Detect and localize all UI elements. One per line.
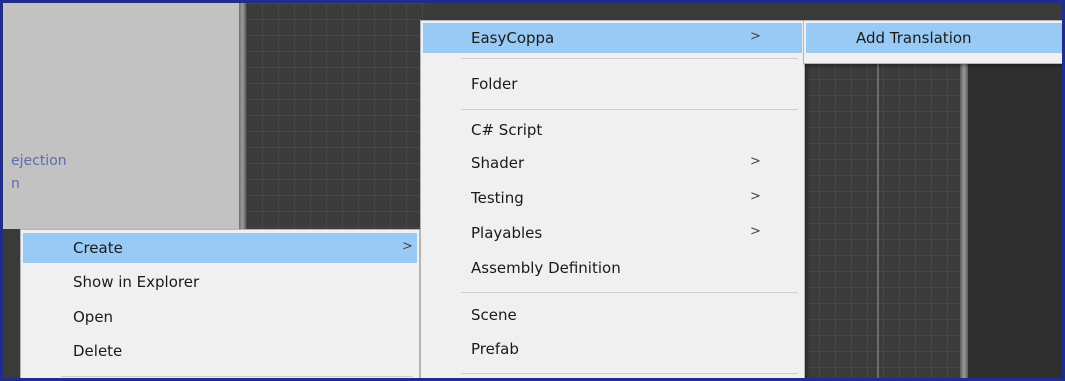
menu-item-label: Scene (471, 306, 517, 324)
menu-item-csharp-script[interactable]: C# Script (423, 115, 802, 145)
menu-item-label: C# Script (471, 121, 543, 139)
chevron-right-icon: > (750, 154, 761, 169)
inspector-panel: ejection n (3, 3, 239, 229)
context-menu: Create > Show in Explorer Open Delete (20, 229, 420, 378)
menu-item-label: Testing (471, 189, 524, 207)
menu-item-prefab[interactable]: Prefab (423, 334, 802, 364)
menu-item-assembly-definition[interactable]: Assembly Definition (423, 253, 802, 283)
panel-divider[interactable] (960, 63, 968, 378)
menu-item-create[interactable]: Create > (23, 233, 417, 263)
menu-item-label: Shader (471, 154, 525, 172)
menu-item-folder[interactable]: Folder (423, 69, 802, 99)
menu-item-label: Folder (471, 75, 518, 93)
dark-panel (968, 63, 1062, 378)
menu-separator (461, 292, 798, 293)
screenshot-frame: ejection n Create > Show in Explorer Ope… (0, 0, 1065, 381)
menu-item-playables[interactable]: Playables > (423, 218, 802, 248)
menu-item-label: Add Translation (856, 29, 972, 47)
menu-item-label: Show in Explorer (73, 273, 200, 291)
menu-item-scene[interactable]: Scene (423, 300, 802, 330)
menu-item-label: Create (73, 239, 123, 257)
grid-axis-line (877, 63, 879, 378)
menu-separator (61, 376, 413, 377)
create-submenu: EasyCoppa > Folder C# Script Shader > Te… (420, 20, 805, 378)
menu-item-label: Delete (73, 342, 123, 360)
menu-separator (461, 58, 798, 59)
panel-divider[interactable] (239, 3, 246, 229)
background-text-fragment: ejection (11, 153, 67, 169)
easycoppa-submenu: Add Translation (803, 20, 1062, 64)
background-text-fragment: n (11, 176, 20, 192)
menu-item-label: Prefab (471, 340, 519, 358)
menu-item-shader[interactable]: Shader > (423, 148, 802, 178)
menu-item-open[interactable]: Open (23, 302, 417, 332)
menu-item-delete[interactable]: Delete (23, 336, 417, 366)
menu-item-label: Playables (471, 224, 543, 242)
scene-grid-view (803, 63, 963, 378)
scene-grid-view (246, 3, 426, 233)
menu-item-label: EasyCoppa (471, 29, 555, 47)
chevron-right-icon: > (750, 224, 761, 239)
menu-separator (461, 109, 798, 110)
chevron-right-icon: > (750, 29, 761, 44)
menu-separator (461, 373, 798, 374)
menu-item-label: Open (73, 308, 114, 326)
menu-item-add-translation[interactable]: Add Translation (806, 23, 1062, 53)
menu-item-easycoppa[interactable]: EasyCoppa > (423, 23, 802, 53)
menu-item-label: Assembly Definition (471, 259, 621, 277)
menu-item-show-in-explorer[interactable]: Show in Explorer (23, 267, 417, 297)
chevron-right-icon: > (750, 189, 761, 204)
menu-item-testing[interactable]: Testing > (423, 183, 802, 213)
chevron-right-icon: > (402, 239, 413, 254)
